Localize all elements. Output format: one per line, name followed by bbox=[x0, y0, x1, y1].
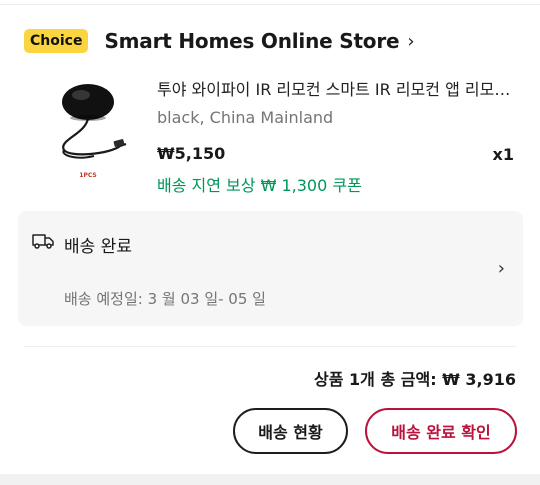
section-divider bbox=[24, 346, 516, 347]
product-title[interactable]: 투야 와이파이 IR 리모컨 스마트 IR 리모컨 앱 리모컨 스마트 홈 bbox=[157, 76, 522, 100]
truck-icon bbox=[32, 234, 54, 249]
choice-badge: Choice bbox=[24, 29, 89, 53]
order-total: 상품 1개 총 금액: ₩ 3,916 bbox=[314, 370, 516, 389]
shipping-status: 배송 완료 bbox=[64, 237, 132, 257]
shipping-estimate: 배송 예정일: 3 월 03 일- 05 일 bbox=[64, 290, 266, 308]
chevron-right-icon[interactable]: › bbox=[407, 31, 414, 52]
delay-coupon: 배송 지연 보상 ₩ 1,300 쿠폰 bbox=[157, 176, 362, 195]
product-image-label: 1PCS bbox=[79, 172, 96, 179]
product-variant: black, China Mainland bbox=[157, 108, 334, 127]
top-divider bbox=[0, 4, 540, 5]
shipping-status-card[interactable]: 배송 완료 배송 예정일: 3 월 03 일- 05 일 › bbox=[18, 211, 523, 326]
product-price: ₩5,150 bbox=[157, 144, 226, 163]
product-image[interactable]: 1PCS bbox=[48, 74, 128, 184]
chevron-right-icon[interactable]: › bbox=[498, 258, 505, 279]
store-header[interactable]: Choice Smart Homes Online Store › bbox=[24, 26, 415, 56]
bottom-separator bbox=[0, 474, 540, 485]
confirm-delivery-button[interactable]: 배송 완료 확인 bbox=[365, 408, 517, 454]
track-shipment-button[interactable]: 배송 현황 bbox=[233, 408, 348, 454]
ir-remote-device-icon: 1PCS bbox=[62, 84, 127, 179]
store-name[interactable]: Smart Homes Online Store bbox=[104, 29, 399, 53]
product-quantity: x1 bbox=[492, 145, 514, 164]
